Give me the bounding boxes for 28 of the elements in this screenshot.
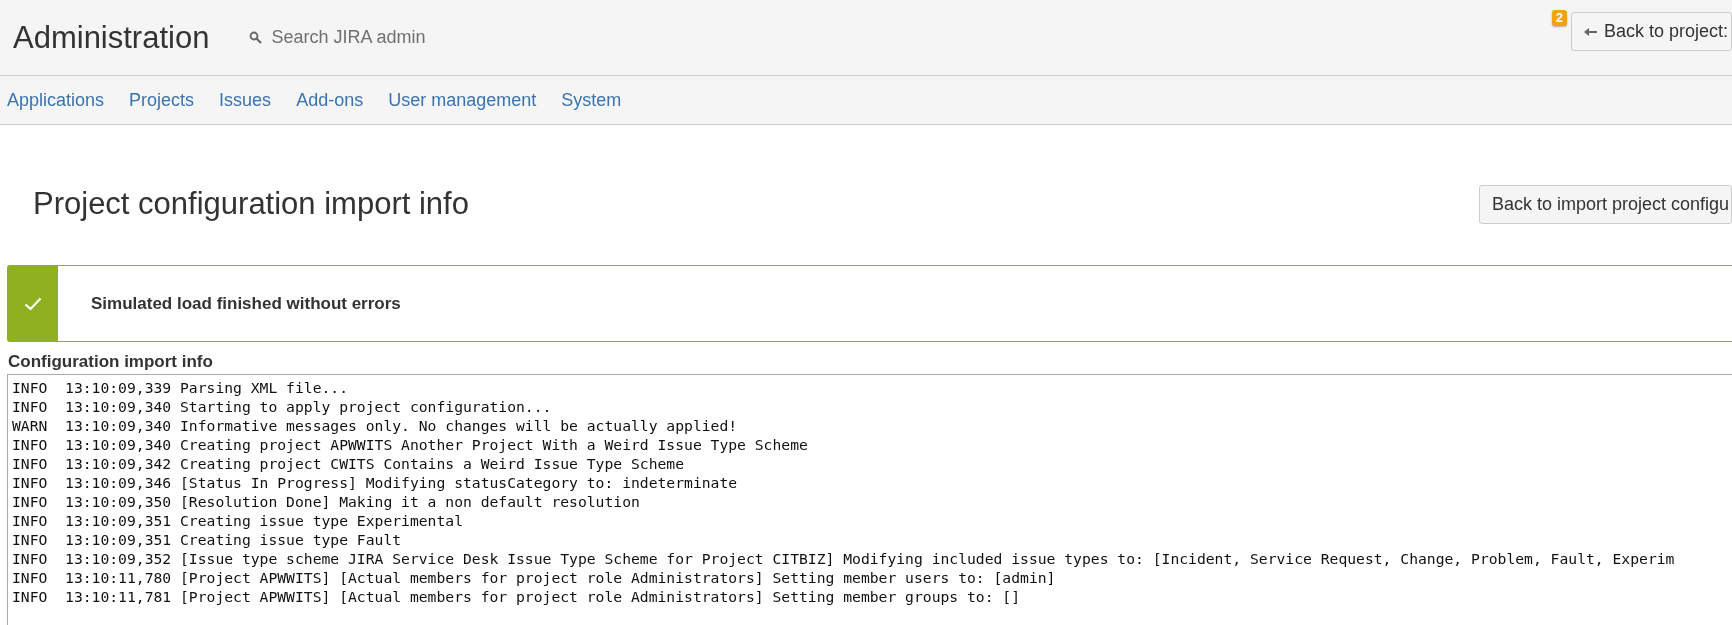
alert-text: Simulated load finished without errors xyxy=(91,293,401,314)
page-title: Administration xyxy=(13,19,210,56)
log-line: INFO 13:10:09,342 Creating project CWITS Contains a Weird Issue Type Scheme xyxy=(12,454,686,473)
nav-link[interactable]: Add-ons xyxy=(296,89,364,111)
log-line: INFO 13:10:09,351 Creating issue type Fault xyxy=(12,530,403,549)
nav-link[interactable]: Applications xyxy=(7,89,105,111)
nav-link[interactable]: Issues xyxy=(219,89,272,111)
log-line: INFO 13:10:09,339 Parsing XML file... xyxy=(12,378,350,397)
log-line: INFO 13:10:09,340 Creating project APWWITS Another Project With a Weird Issue Type Scheme xyxy=(12,435,809,454)
nav-link[interactable]: System xyxy=(561,89,622,111)
log-line: WARN 13:10:09,340 Informative messages only. No changes will be actually applied! xyxy=(12,416,739,435)
page-heading: Project configuration import info xyxy=(33,186,469,222)
log-line: INFO 13:10:11,780 [Project APWWITS] [Actual members for project role Administrators] Setting member users to: [admin] xyxy=(12,568,1057,587)
back-to-project-button[interactable]: Back to project: xyxy=(1570,12,1732,51)
section-heading: Configuration import info xyxy=(8,352,214,372)
log-line: INFO 13:10:11,781 [Project APWWITS] [Actual members for project role Administrators] Setting member groups to: [] xyxy=(12,587,1022,606)
log-line: INFO 13:10:09,351 Creating issue type Experimental xyxy=(12,511,464,530)
arrow-left-icon xyxy=(1583,26,1597,37)
log-line: INFO 13:10:09,350 [Resolution Done] Making it a non default resolution xyxy=(12,492,641,511)
log-line: INFO 13:10:09,340 Starting to apply project configuration... xyxy=(12,397,553,416)
log-line: INFO 13:10:09,352 [Issue type scheme JIRA Service Desk Issue Type Scheme for Project CITBIZ] Modifying included issue types to: [Incident, Service Request, Change, Problem, Fault, Experim xyxy=(12,549,1676,568)
nav-link[interactable]: User management xyxy=(388,89,537,111)
nav-link[interactable]: Projects xyxy=(129,89,195,111)
back-to-import-button[interactable]: Back to import project configu xyxy=(1478,184,1732,224)
log-line: INFO 13:10:09,346 [Status In Progress] Modifying statusCategory to: indeterminate xyxy=(12,473,739,492)
checkmark-icon xyxy=(24,296,42,311)
search-field[interactable]: Search JIRA admin xyxy=(269,26,494,49)
search-icon xyxy=(249,31,263,44)
